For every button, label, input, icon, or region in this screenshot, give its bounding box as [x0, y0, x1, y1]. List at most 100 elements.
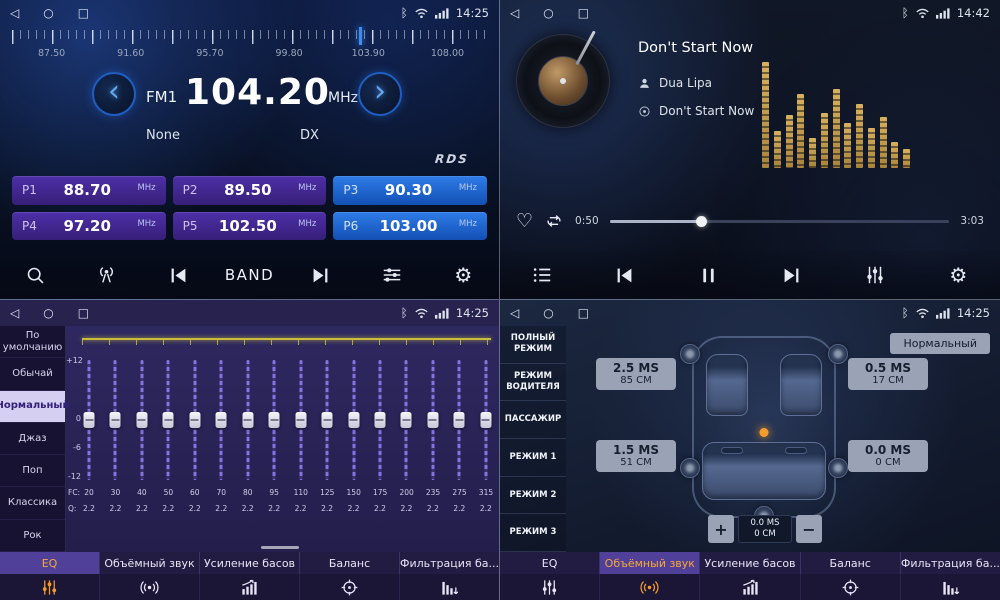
surround-tab-button[interactable]: [100, 574, 200, 600]
decrease-delay-button[interactable]: −: [796, 515, 822, 543]
seek-bar[interactable]: [610, 220, 950, 223]
settings-button[interactable]: ⚙: [441, 255, 485, 295]
recent-icon[interactable]: □: [78, 6, 89, 20]
band-button[interactable]: BAND: [227, 255, 271, 295]
album-art[interactable]: [516, 34, 610, 128]
recent-icon[interactable]: □: [578, 306, 589, 320]
back-icon[interactable]: ◁: [510, 306, 519, 320]
driver-seat[interactable]: [706, 354, 748, 416]
audio-settings-button[interactable]: [370, 255, 414, 295]
equalizer-button[interactable]: [853, 255, 897, 295]
slider-knob[interactable]: [295, 412, 306, 428]
favorite-button[interactable]: ♡: [516, 212, 533, 231]
sound-tab[interactable]: Объёмный звук: [600, 552, 700, 574]
listening-mode-item[interactable]: ПОЛНЫЙ РЕЖИМ: [500, 326, 566, 364]
slider-knob[interactable]: [427, 412, 438, 428]
eq-band-slider[interactable]: [108, 360, 122, 480]
horizontal-scrollbar[interactable]: [261, 546, 299, 549]
eq-preset-item[interactable]: Поп: [0, 455, 65, 487]
eq-preset-item[interactable]: Рок: [0, 520, 65, 552]
sound-tab[interactable]: Баланс: [801, 552, 901, 574]
recent-icon[interactable]: □: [578, 6, 589, 20]
speaker-rear-left[interactable]: [680, 458, 700, 478]
next-track-button[interactable]: [770, 255, 814, 295]
radio-preset-p1[interactable]: P188.70MHz: [12, 176, 166, 205]
eq-preset-item[interactable]: Джаз: [0, 423, 65, 455]
radio-preset-p6[interactable]: P6103.00MHz: [333, 212, 487, 241]
slider-knob[interactable]: [269, 412, 280, 428]
tune-down-button[interactable]: ‹: [92, 72, 136, 116]
eq-band-slider[interactable]: [373, 360, 387, 480]
sound-tab[interactable]: Объёмный звук: [100, 552, 200, 574]
slider-knob[interactable]: [480, 412, 491, 428]
radio-preset-p5[interactable]: P5102.50MHz: [173, 212, 327, 241]
home-icon[interactable]: ○: [543, 6, 553, 20]
eq-band-slider[interactable]: [241, 360, 255, 480]
repeat-icon[interactable]: [544, 211, 564, 231]
seek-knob[interactable]: [696, 216, 707, 227]
broadcast-button[interactable]: [85, 255, 129, 295]
listening-position-dot[interactable]: [760, 428, 769, 437]
slider-knob[interactable]: [84, 412, 95, 428]
eq-band-slider[interactable]: [426, 360, 440, 480]
back-icon[interactable]: ◁: [10, 6, 19, 20]
slider-knob[interactable]: [454, 412, 465, 428]
bass-boost-tab-button[interactable]: [700, 574, 800, 600]
rear-bench-seat[interactable]: [702, 442, 826, 500]
eq-tab-button[interactable]: [500, 574, 600, 600]
eq-band-slider[interactable]: [214, 360, 228, 480]
frequency-pointer[interactable]: [359, 27, 362, 45]
previous-station-button[interactable]: [156, 255, 200, 295]
tune-up-button[interactable]: ›: [358, 72, 402, 116]
delay-front-left[interactable]: 2.5 MS 85 CM: [596, 358, 676, 390]
pause-button[interactable]: [686, 255, 730, 295]
profile-button[interactable]: Нормальный: [890, 333, 990, 354]
increase-delay-button[interactable]: +: [708, 515, 734, 543]
sound-tab[interactable]: EQ: [0, 552, 100, 574]
previous-track-button[interactable]: [603, 255, 647, 295]
settings-button[interactable]: ⚙: [936, 255, 980, 295]
slider-knob[interactable]: [163, 412, 174, 428]
reception-mode[interactable]: DX: [300, 128, 319, 143]
radio-preset-p2[interactable]: P289.50MHz: [173, 176, 327, 205]
slider-knob[interactable]: [401, 412, 412, 428]
passenger-seat[interactable]: [780, 354, 822, 416]
eq-band-slider[interactable]: [82, 360, 96, 480]
listening-mode-item[interactable]: РЕЖИМ ВОДИТЕЛЯ: [500, 364, 566, 402]
filter-tab-button[interactable]: [400, 574, 499, 600]
home-icon[interactable]: ○: [43, 6, 53, 20]
radio-preset-p4[interactable]: P497.20MHz: [12, 212, 166, 241]
eq-preset-item[interactable]: Нормальный: [0, 391, 65, 423]
eq-band-slider[interactable]: [399, 360, 413, 480]
listening-mode-item[interactable]: РЕЖИМ 3: [500, 514, 566, 552]
eq-band-slider[interactable]: [188, 360, 202, 480]
sound-tab[interactable]: Фильтрация ба...: [400, 552, 499, 574]
eq-band-slider[interactable]: [347, 360, 361, 480]
sound-tab[interactable]: EQ: [500, 552, 600, 574]
delay-front-right[interactable]: 0.5 MS 17 CM: [848, 358, 928, 390]
next-station-button[interactable]: [299, 255, 343, 295]
recent-icon[interactable]: □: [78, 306, 89, 320]
listening-mode-item[interactable]: РЕЖИМ 1: [500, 439, 566, 477]
listening-mode-item[interactable]: ПАССАЖИР: [500, 401, 566, 439]
eq-tab-button[interactable]: [0, 574, 100, 600]
listening-mode-item[interactable]: РЕЖИМ 2: [500, 477, 566, 515]
balance-tab-button[interactable]: [801, 574, 901, 600]
surround-tab-button[interactable]: [600, 574, 700, 600]
playlist-button[interactable]: [520, 255, 564, 295]
slider-knob[interactable]: [348, 412, 359, 428]
home-icon[interactable]: ○: [543, 306, 553, 320]
eq-preset-item[interactable]: По умолчанию: [0, 326, 65, 358]
sound-tab[interactable]: Усиление басов: [700, 552, 800, 574]
bass-boost-tab-button[interactable]: [200, 574, 300, 600]
back-icon[interactable]: ◁: [510, 6, 519, 20]
back-icon[interactable]: ◁: [10, 306, 19, 320]
slider-knob[interactable]: [110, 412, 121, 428]
slider-knob[interactable]: [189, 412, 200, 428]
delay-rear-right[interactable]: 0.0 MS 0 CM: [848, 440, 928, 472]
speaker-rear-right[interactable]: [828, 458, 848, 478]
scan-button[interactable]: [14, 255, 58, 295]
speaker-front-left[interactable]: [680, 344, 700, 364]
slider-knob[interactable]: [136, 412, 147, 428]
speaker-front-right[interactable]: [828, 344, 848, 364]
